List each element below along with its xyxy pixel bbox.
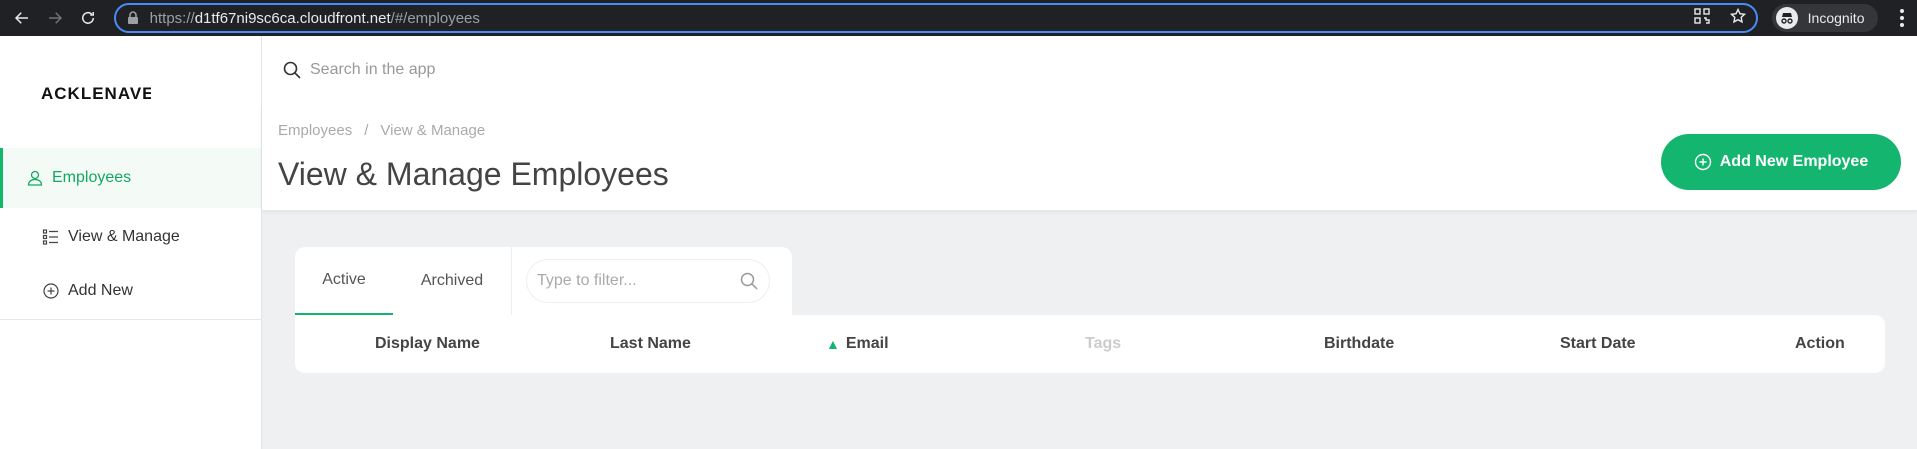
column-header-last-name[interactable]: Last Name: [610, 315, 691, 373]
page-header: Employees / View & Manage View & Manage Em…: [262, 104, 1917, 210]
browser-chrome: https://d1tf67ni9sc6ca.cloudfront.net/#/…: [0, 0, 1917, 36]
add-new-employee-button[interactable]: Add New Employee: [1661, 134, 1901, 190]
column-header-display-name[interactable]: Display Name: [375, 315, 480, 373]
search-icon: [283, 61, 301, 79]
sidebar-item-label: View & Manage: [68, 228, 180, 245]
breadcrumb-current: View & Manage: [380, 122, 486, 139]
plus-circle-icon: [1694, 153, 1711, 171]
table-header: Display Name Last Name ▲ Email Tags Birt…: [295, 315, 1885, 373]
search-placeholder: Search in the app: [310, 61, 436, 78]
url-text: https://d1tf67ni9sc6ca.cloudfront.net/#/…: [149, 9, 480, 27]
sidebar-item-label: Employees: [52, 169, 132, 186]
qr-code-icon[interactable]: [1693, 8, 1710, 28]
tab-archived[interactable]: Archived: [393, 247, 511, 315]
sort-ascending-icon: ▲: [826, 336, 840, 352]
forward-arrow-icon[interactable]: [41, 3, 68, 33]
lock-icon: [126, 11, 140, 25]
plus-circle-icon: [42, 282, 60, 300]
column-header-tags-label: Tags: [1085, 335, 1122, 352]
back-arrow-icon[interactable]: [8, 3, 35, 33]
incognito-icon: [1775, 7, 1798, 29]
column-header-birthdate[interactable]: Birthdate: [1324, 315, 1394, 373]
reload-icon[interactable]: [74, 3, 101, 33]
column-header-start-date[interactable]: Start Date: [1560, 315, 1636, 373]
column-header-tags[interactable]: Tags: [1085, 315, 1121, 373]
address-bar[interactable]: https://d1tf67ni9sc6ca.cloudfront.net/#/…: [113, 3, 1758, 33]
tab-active[interactable]: Active: [295, 247, 393, 315]
browser-menu-icon[interactable]: [1894, 9, 1909, 27]
sidebar: ACKLENAVENUE Employees View & Manage Add…: [0, 36, 262, 449]
sidebar-item-employees[interactable]: Employees: [0, 148, 261, 208]
filter-placeholder: Type to filter...: [537, 272, 637, 289]
bookmark-star-icon[interactable]: [1729, 7, 1746, 28]
column-header-action: Action: [1795, 335, 1845, 352]
logo: ACKLENAVENUE: [41, 84, 151, 103]
filter-input[interactable]: Type to filter...: [526, 259, 770, 303]
breadcrumb-root[interactable]: Employees: [278, 122, 352, 139]
column-header-email-label: Email: [845, 335, 889, 352]
app: ACKLENAVENUE Employees View & Manage Add…: [0, 36, 1917, 449]
breadcrumb-separator: /: [364, 122, 369, 139]
breadcrumb: Employees / View & Manage: [278, 122, 485, 139]
list-icon: [42, 228, 60, 246]
incognito-badge[interactable]: Incognito: [1771, 4, 1879, 32]
sidebar-item-view-manage[interactable]: View & Manage: [0, 216, 261, 258]
main-content: Search in the app Employees / View & Manag…: [262, 36, 1917, 449]
add-button-label: Add New Employee: [1719, 153, 1869, 170]
column-header-email[interactable]: ▲ Email: [826, 315, 889, 373]
user-icon: [26, 169, 44, 187]
top-search-bar: Search in the app: [262, 36, 1917, 104]
sidebar-item-label: Add New: [68, 282, 133, 299]
search-input[interactable]: Search in the app: [282, 60, 435, 80]
sidebar-item-add-new[interactable]: Add New: [0, 270, 261, 312]
page-title: View & Manage Employees: [278, 156, 669, 192]
search-icon: [740, 272, 758, 290]
sidebar-divider: [0, 319, 261, 320]
tabs-card: Active Archived Type to filter...: [295, 247, 792, 315]
filter-wrap: Type to filter...: [511, 247, 770, 315]
incognito-label: Incognito: [1807, 10, 1865, 26]
